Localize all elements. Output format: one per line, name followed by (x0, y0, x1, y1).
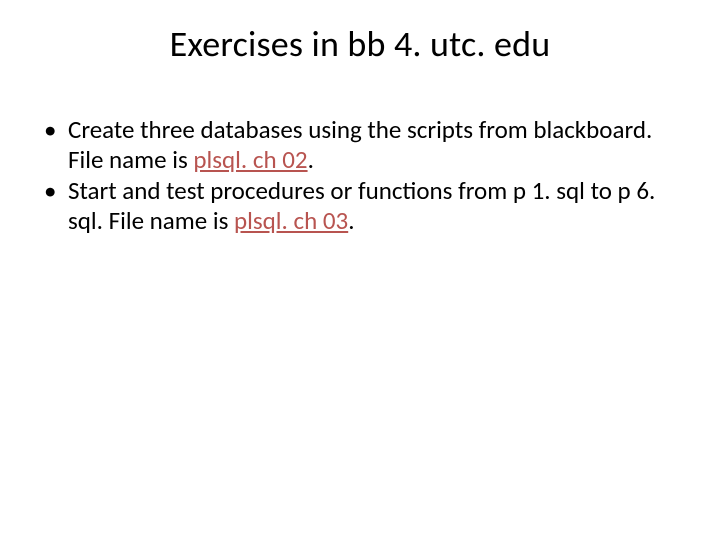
list-item: Create three databases using the scripts… (36, 115, 684, 174)
slide-title: Exercises in bb 4. utc. edu (0, 22, 720, 66)
bullet-text-post: . (348, 205, 354, 236)
slide: Exercises in bb 4. utc. edu Create three… (0, 0, 720, 540)
slide-content: Create three databases using the scripts… (36, 115, 684, 237)
bullet-text-pre: Create three databases using the scripts… (68, 114, 652, 175)
bullet-text-post: . (308, 144, 314, 175)
bullet-underline: plsql. ch 03 (234, 205, 348, 236)
bullet-underline: plsql. ch 02 (193, 144, 307, 175)
list-item: Start and test procedures or functions f… (36, 176, 684, 235)
bullet-list: Create three databases using the scripts… (36, 115, 684, 235)
bullet-text-pre: Start and test procedures or functions f… (68, 175, 655, 236)
